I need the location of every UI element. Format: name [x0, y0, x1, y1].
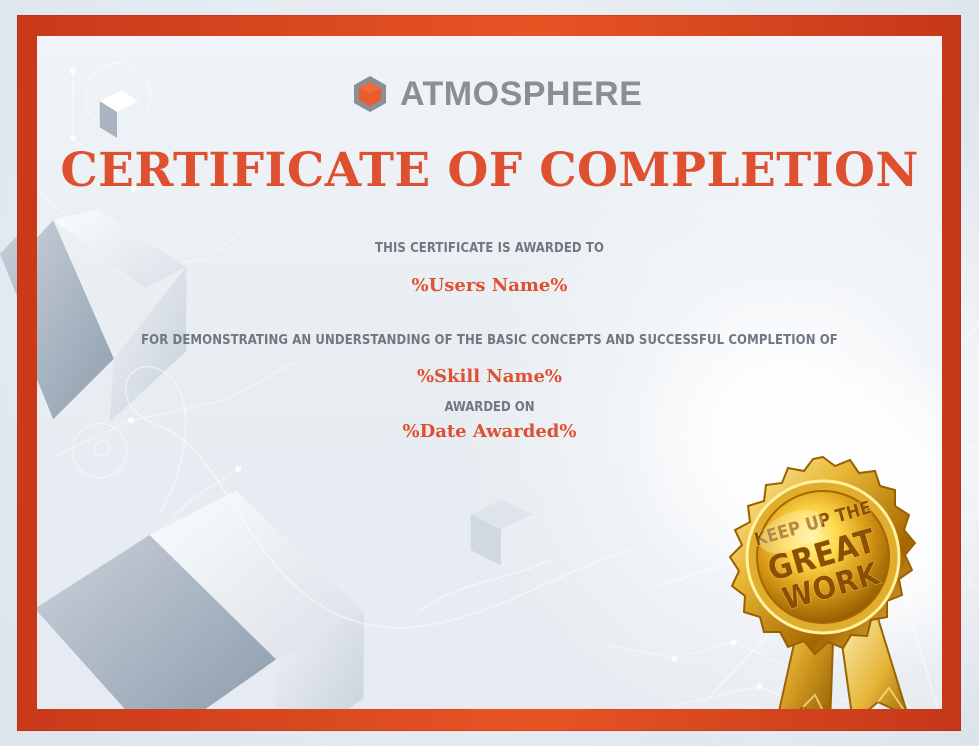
completion-description: FOR DEMONSTRATING AN UNDERSTANDING OF TH… — [141, 333, 838, 348]
awarded-to-label: THIS CERTIFICATE IS AWARDED TO — [374, 241, 605, 256]
date-awarded-placeholder: %Date Awarded% — [402, 421, 577, 442]
award-seal: KEEP UP THE GREAT WORK — [705, 448, 941, 709]
brand-name: ATMOSPHERE — [400, 75, 643, 113]
certificate-page: ATMOSPHERE CERTIFICATE OF COMPLETION THI… — [0, 0, 979, 746]
certificate-title: CERTIFICATE OF COMPLETION — [60, 143, 919, 198]
atmosphere-logo: ATMOSPHERE — [350, 70, 642, 118]
awarded-on-label: AWARDED ON — [444, 400, 535, 415]
gold-award-seal-icon: KEEP UP THE GREAT WORK — [728, 455, 917, 709]
hexagon-logo-icon — [354, 76, 386, 112]
certificate-body: ATMOSPHERE CERTIFICATE OF COMPLETION THI… — [37, 36, 942, 709]
seal-medal: KEEP UP THE GREAT WORK — [728, 455, 917, 656]
recipient-name-placeholder: %Users Name% — [411, 275, 568, 296]
skill-name-placeholder: %Skill Name% — [416, 366, 563, 387]
